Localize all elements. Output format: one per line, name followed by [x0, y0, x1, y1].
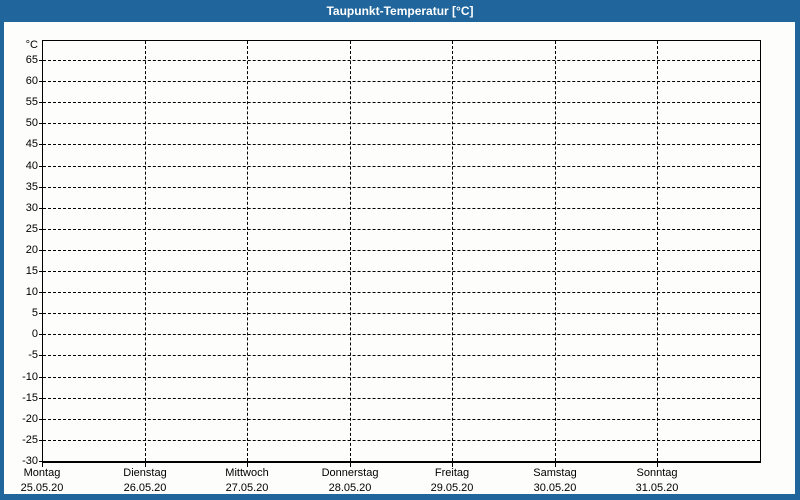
- x-gridline: [555, 41, 556, 461]
- day-date-label: 29.05.20: [430, 482, 474, 494]
- day-date-label: 28.05.20: [328, 482, 372, 494]
- y-axis-tick-label: 55: [25, 96, 38, 108]
- y-axis-tick: [39, 60, 42, 61]
- y-axis-tick: [39, 144, 42, 145]
- x-gridline: [657, 41, 658, 461]
- y-gridline: [43, 271, 760, 272]
- day-name-label: Freitag: [434, 467, 470, 479]
- y-axis-tick: [39, 166, 42, 167]
- plot-area: [42, 40, 761, 463]
- y-gridline: [43, 355, 760, 356]
- y-axis-tick-label: -5: [28, 349, 38, 361]
- y-gridline: [43, 419, 760, 420]
- y-axis-tick-label: 10: [25, 286, 38, 298]
- x-gridline: [350, 41, 351, 461]
- x-axis-day-label: Dienstag 26.05.20: [93, 466, 197, 494]
- y-gridline: [43, 292, 760, 293]
- y-axis-tick: [39, 419, 42, 420]
- y-axis-tick: [39, 123, 42, 124]
- y-axis-tick-label: 25: [25, 223, 38, 235]
- y-gridline: [43, 398, 760, 399]
- y-axis-tick: [39, 461, 42, 462]
- y-axis-tick-label: 5: [31, 307, 38, 319]
- y-axis-tick: [39, 440, 42, 441]
- y-axis-tick-label: 0: [31, 328, 38, 340]
- y-axis-tick: [39, 355, 42, 356]
- y-gridline: [43, 208, 760, 209]
- x-axis-day-label: Mittwoch 27.05.20: [195, 466, 299, 494]
- y-gridline: [43, 123, 760, 124]
- y-gridline: [43, 229, 760, 230]
- y-axis-tick-label: 15: [25, 265, 38, 277]
- y-axis-tick-label: -25: [22, 434, 38, 446]
- chart-title: Taupunkt-Temperatur [°C]: [326, 4, 474, 18]
- x-axis-day-label: Donnerstag 28.05.20: [298, 466, 402, 494]
- day-name-label: Donnerstag: [321, 467, 379, 479]
- y-axis-tick-label: -20: [22, 413, 38, 425]
- chart-title-bar: Taupunkt-Temperatur [°C]: [0, 0, 800, 22]
- y-gridline: [43, 81, 760, 82]
- day-name-label: Montag: [23, 467, 61, 479]
- day-date-label: 27.05.20: [225, 482, 269, 494]
- y-axis-tick: [39, 398, 42, 399]
- y-axis-tick: [39, 81, 42, 82]
- y-gridline: [43, 334, 760, 335]
- chart-window: Taupunkt-Temperatur [°C] °C 65 60 55 50 45 40…: [0, 0, 800, 500]
- day-name-label: Mittwoch: [225, 467, 269, 479]
- y-gridline: [43, 250, 760, 251]
- y-axis-tick: [39, 102, 42, 103]
- y-axis-tick: [39, 187, 42, 188]
- x-axis-day-label: Samstag 30.05.20: [503, 466, 607, 494]
- y-axis-tick-label: 35: [25, 181, 38, 193]
- y-gridline: [43, 60, 760, 61]
- day-name-label: Samstag: [533, 467, 577, 479]
- day-date-label: 26.05.20: [123, 482, 167, 494]
- y-axis-tick: [39, 377, 42, 378]
- y-gridline: [43, 440, 760, 441]
- y-axis-tick: [39, 250, 42, 251]
- y-axis-tick-label: 50: [25, 117, 38, 129]
- y-gridline: [43, 144, 760, 145]
- y-axis-tick: [39, 208, 42, 209]
- y-gridline: [43, 102, 760, 103]
- y-axis-tick: [39, 229, 42, 230]
- y-axis-tick-label: 30: [25, 202, 38, 214]
- day-date-label: 25.05.20: [20, 482, 64, 494]
- y-axis-tick-label: 40: [25, 160, 38, 172]
- y-gridline: [43, 377, 760, 378]
- day-date-label: 30.05.20: [533, 482, 577, 494]
- x-gridline: [452, 41, 453, 461]
- y-axis-tick: [39, 313, 42, 314]
- y-axis-tick-label: 20: [25, 244, 38, 256]
- day-name-label: Dienstag: [123, 467, 167, 479]
- y-gridline: [43, 313, 760, 314]
- x-gridline: [247, 41, 248, 461]
- day-date-label: 31.05.20: [635, 482, 679, 494]
- y-axis-tick: [39, 334, 42, 335]
- x-axis-day-label: Sonntag 31.05.20: [605, 466, 709, 494]
- y-gridline: [43, 187, 760, 188]
- day-name-label: Sonntag: [636, 467, 678, 479]
- y-gridline: [43, 166, 760, 167]
- y-axis-tick-label: 45: [25, 138, 38, 150]
- y-axis-tick-label: -10: [22, 371, 38, 383]
- y-axis-tick: [39, 292, 42, 293]
- y-axis-tick-label: 60: [25, 75, 38, 87]
- chart-content: °C 65 60 55 50 45 40 35 30 25 20 15 10 5 0 -5 -10 -15 -20…: [4, 22, 795, 494]
- y-axis-tick-label: 65: [25, 54, 38, 66]
- x-gridline: [145, 41, 146, 461]
- y-axis-tick-label: -15: [22, 392, 38, 404]
- y-axis-tick: [39, 271, 42, 272]
- x-axis-day-label: Montag 25.05.20: [4, 466, 94, 494]
- y-axis-unit-label: °C: [25, 39, 38, 51]
- x-axis-day-label: Freitag 29.05.20: [400, 466, 504, 494]
